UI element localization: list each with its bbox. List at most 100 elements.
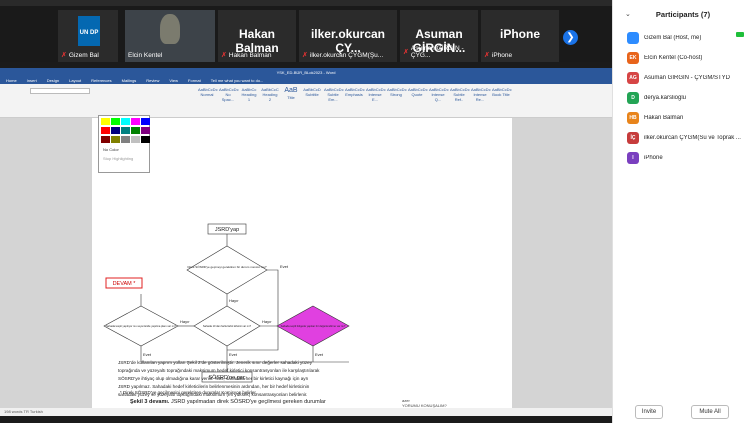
style-heading2[interactable]: AaBbCcC Heading 2 (261, 87, 279, 102)
avatar: EK (627, 52, 639, 64)
tab-review[interactable]: Review (146, 78, 159, 83)
tab-home[interactable]: Home (6, 78, 17, 83)
video-tile[interactable]: Hakan Balman ✗ Hakan Balman (218, 10, 296, 62)
swatch[interactable] (101, 118, 110, 125)
flow-q1-text: Direk SÖSRD'ye geçmeyi gerektiren bir du… (187, 265, 266, 269)
style-quote[interactable]: AaBbCcDc Quote (408, 87, 428, 99)
word-statusbar: 198 words TR Turkish (0, 408, 612, 416)
participant-name: Elcin Kentel (Co-host) (644, 55, 703, 61)
participant-row[interactable]: I iPhone (627, 148, 747, 168)
stop-highlighting-option[interactable]: Stop Highlighting (103, 156, 133, 161)
tile-name: Gizem Bal (68, 51, 99, 59)
tab-mailings[interactable]: Mailings (122, 78, 137, 83)
no-color-option[interactable]: No Color (103, 147, 119, 152)
flow-evet-label: Evet (280, 264, 289, 269)
flow-evet-label: Evet (229, 352, 238, 357)
avatar (627, 32, 639, 44)
swatch[interactable] (121, 136, 130, 143)
flow-devam-text: DEVAM * (113, 281, 137, 287)
font-controls (30, 88, 90, 94)
swatch[interactable] (121, 118, 130, 125)
decision-q1 (186, 245, 268, 295)
participant-row[interactable]: HB Hakan Balman (627, 108, 747, 128)
next-page-arrow-icon[interactable]: ❯ (563, 30, 578, 45)
comment-balloon[interactable]: azer YORUMU KONUŞALIM? (402, 398, 447, 408)
participant-name: Hakan Balman (644, 115, 684, 121)
tab-view[interactable]: View (169, 78, 178, 83)
tab-layout[interactable]: Layout (69, 78, 81, 83)
style-title[interactable]: AaB Title (282, 87, 300, 100)
flow-evet-label: Evet (143, 352, 152, 357)
avatar: İÇ (627, 132, 639, 144)
avatar: HB (627, 112, 639, 124)
swatch[interactable] (131, 118, 140, 125)
style-emphasis[interactable]: AaBbCcDc Emphasis (345, 87, 365, 99)
participant-row[interactable]: D derya.karslioglu (627, 88, 747, 108)
flow-start-text: JSRD'yap (215, 227, 239, 233)
word-titlebar: YSK_ED-BÜR_BLok2023 - Word (0, 68, 612, 76)
style-normal[interactable]: AaBbCcDc Normal (198, 87, 218, 99)
style-subtitle[interactable]: AaBbCcD Subtitle (303, 87, 321, 99)
swatch[interactable] (141, 136, 150, 143)
flow-evet-label: Evet (315, 352, 324, 357)
style-intense-quote[interactable]: AaBbCcDc Intense Q... (429, 87, 449, 102)
participant-name: Gizem Bal (Host, me) (644, 35, 702, 41)
swatch[interactable] (101, 136, 110, 143)
video-tile[interactable]: UN DP ✗ Gizem Bal (58, 10, 118, 62)
muted-mic-icon: ✗ (221, 52, 227, 59)
video-tile[interactable]: Asuman GİRGİN... ✗ Asuman GİRGİN - ÇYG... (400, 10, 478, 62)
participant-row[interactable]: AG Asuman GİRGİN - ÇYGM/STYD (627, 68, 747, 88)
participants-panel: ⌄ Participants (7) Gizem Bal (Host, me) … (612, 0, 752, 423)
muted-mic-icon: ✗ (61, 52, 67, 59)
video-gallery: UN DP ✗ Gizem Bal Elcin Kentel Hakan Balm… (0, 6, 612, 62)
invite-button[interactable]: Invite (635, 405, 663, 419)
flow-hayir-label: Hayır (262, 319, 272, 324)
swatch[interactable] (111, 118, 120, 125)
participant-list: Gizem Bal (Host, me) EK Elcin Kentel (Co… (627, 28, 747, 168)
camera-feed (160, 14, 180, 44)
tab-insert[interactable]: Insert (27, 78, 37, 83)
participants-title: Participants (7) (655, 10, 711, 19)
participant-row[interactable]: İÇ ilker.okurcan ÇYGM(Su ve Toprak ... (627, 128, 747, 148)
flow-hayir-label: Hayır (180, 319, 190, 324)
avatar: I (627, 152, 639, 164)
style-no-spacing[interactable]: AaBbCcDc No Spac... (219, 87, 239, 102)
highlight-color-palette[interactable]: No Color Stop Highlighting (98, 115, 150, 173)
style-book-title[interactable]: AaBbCcDc Book Title (492, 87, 512, 99)
participant-name: ilker.okurcan ÇYGM(Su ve Toprak ... (644, 135, 741, 141)
tab-references[interactable]: References (91, 78, 111, 83)
participant-row[interactable]: Gizem Bal (Host, me) (627, 28, 747, 48)
word-title: YSK_ED-BÜR_BLok2023 - Word (276, 69, 336, 75)
figure-caption: Şekil 3 devamı. JSRD yapılmadan direk SÖ… (130, 399, 326, 405)
video-tile[interactable]: iPhone ✗ iPhone (481, 10, 559, 62)
style-strong[interactable]: AaBbCcDc Strong (387, 87, 407, 99)
participant-name: iPhone (644, 155, 663, 161)
video-tile[interactable]: Elcin Kentel (125, 10, 215, 62)
swatch[interactable] (141, 127, 150, 134)
swatch[interactable] (131, 127, 140, 134)
ribbon: AaBbCcDc Normal AaBbCcDc No Spac... AaBbCc… (0, 84, 612, 118)
style-intense-reference[interactable]: AaBbCcDc Intense Re... (471, 87, 491, 102)
video-tile[interactable]: ilker.okurcan ÇY... ✗ ilker.okurcan ÇYGM(… (299, 10, 397, 62)
tab-format[interactable]: Format (188, 78, 201, 83)
swatch[interactable] (121, 127, 130, 134)
body-paragraph: JSRD'de kullanılan yaprım yolları Şekil … (118, 360, 320, 397)
style-heading1[interactable]: AaBbCc Heading 1 (240, 87, 258, 102)
tile-name: Asuman GİRGİN - ÇYG... (410, 45, 464, 59)
participant-row[interactable]: EK Elcin Kentel (Co-host) (627, 48, 747, 68)
swatch[interactable] (131, 136, 140, 143)
swatch[interactable] (111, 136, 120, 143)
muted-mic-icon: ✗ (302, 52, 308, 59)
tile-big-name: iPhone (499, 27, 540, 41)
style-subtle-reference[interactable]: AaBbCcDc Subtle Ref.. (450, 87, 470, 102)
swatch[interactable] (141, 118, 150, 125)
style-subtle-emphasis[interactable]: AaBbCcDc Subtle Em... (324, 87, 344, 102)
swatch[interactable] (101, 127, 110, 134)
mute-all-button[interactable]: Mute All (691, 405, 729, 419)
style-intense-emphasis[interactable]: AaBbCcDc Intense E... (366, 87, 386, 102)
swatch[interactable] (111, 127, 120, 134)
tell-me-input[interactable]: Tell me what you want to do... (211, 78, 264, 83)
tab-design[interactable]: Design (47, 78, 59, 83)
tile-name: ilker.okurcan ÇYGM(Şu... (309, 51, 384, 59)
ribbon-tabs: Home Insert Design Layout References Mai… (0, 76, 612, 84)
